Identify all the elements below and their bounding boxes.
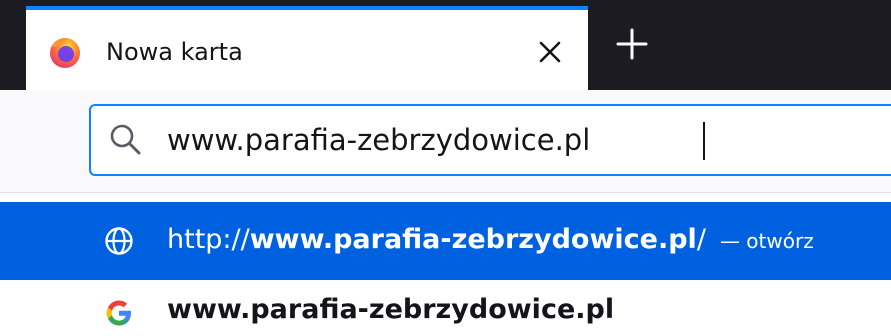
search-icon — [108, 122, 144, 158]
navigation-toolbar — [0, 90, 891, 193]
tab-title: Nowa karta — [106, 38, 243, 66]
result-row-search[interactable]: www.parafia-zebrzydowice.pl — [0, 284, 891, 336]
result-url-suffix: / — [696, 224, 706, 255]
text-caret — [703, 122, 705, 160]
globe-icon — [104, 226, 134, 256]
plus-icon — [616, 28, 648, 60]
close-icon[interactable] — [534, 36, 566, 68]
autocomplete-popup: http://www.parafia-zebrzydowice.pl/— otw… — [0, 193, 891, 336]
result-url-host: www.parafia-zebrzydowice.pl — [249, 224, 697, 255]
tab-new-tab[interactable]: Nowa karta — [26, 6, 588, 90]
firefox-logo-icon — [48, 35, 82, 69]
result-action-label: — otwórz — [719, 229, 814, 253]
url-input[interactable] — [167, 114, 867, 166]
new-tab-button[interactable] — [610, 22, 654, 66]
result-row-visit[interactable]: http://www.parafia-zebrzydowice.pl/ — otw… — [0, 202, 891, 280]
address-bar[interactable] — [89, 104, 891, 176]
result-url-prefix: http:// — [167, 224, 250, 255]
google-icon — [104, 298, 134, 328]
result-search-text: www.parafia-zebrzydowice.pl — [167, 294, 615, 325]
tab-strip: Nowa karta — [0, 0, 891, 90]
result-url: http://www.parafia-zebrzydowice.pl/ — otw… — [167, 222, 814, 259]
